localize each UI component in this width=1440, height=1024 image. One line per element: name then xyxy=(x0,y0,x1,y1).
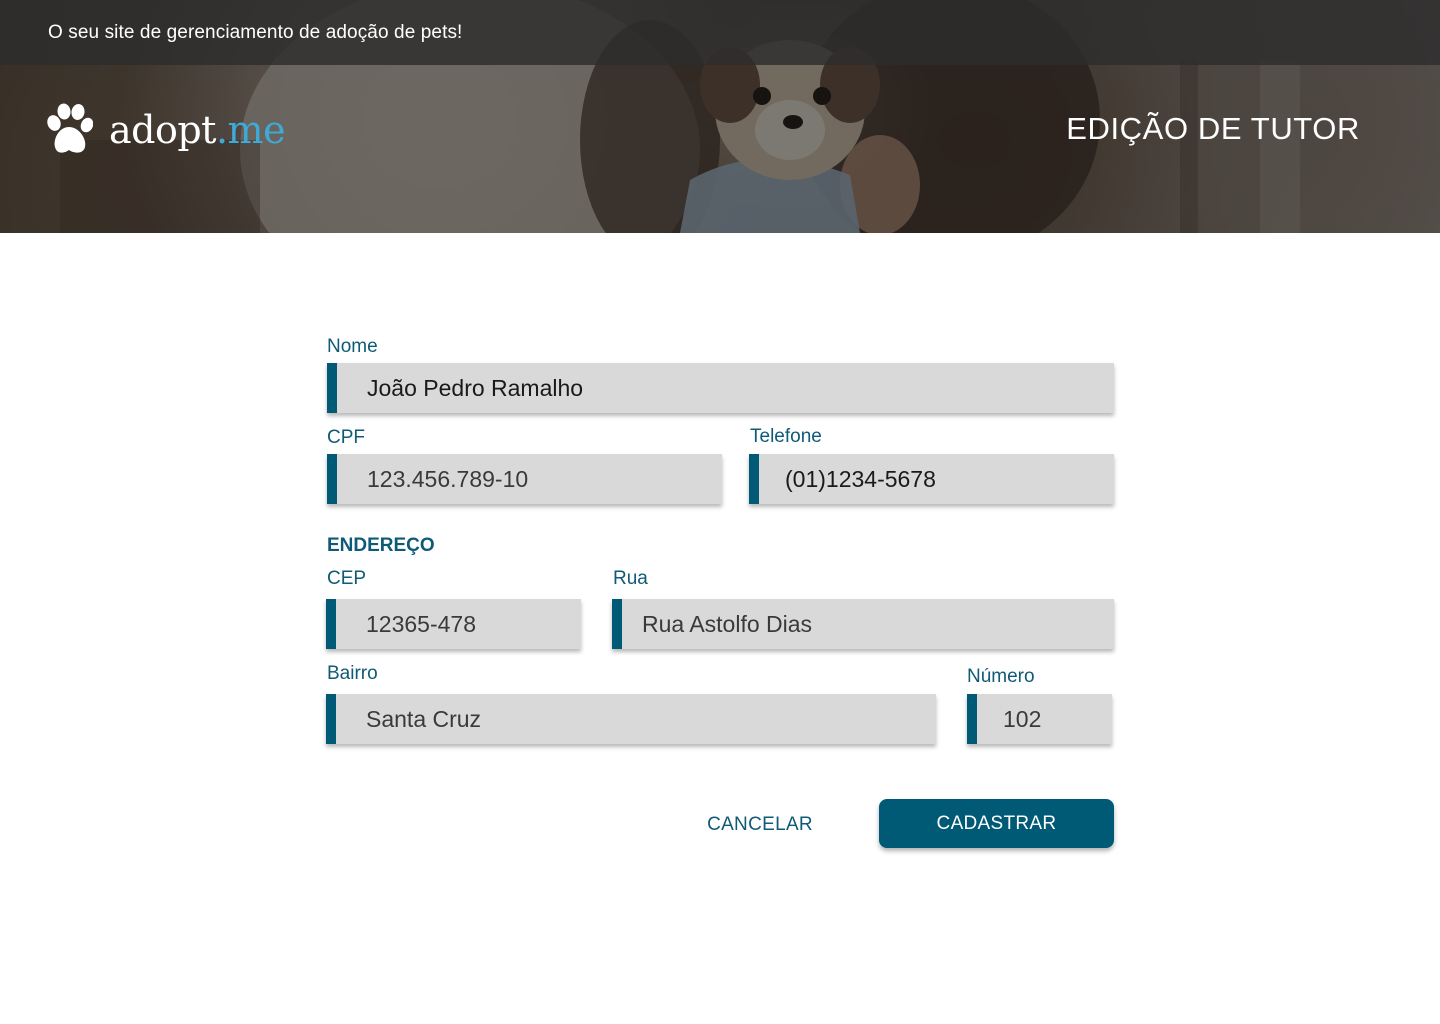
endereco-section-title: ENDEREÇO xyxy=(327,535,435,556)
cpf-value: 123.456.789-10 xyxy=(367,465,529,492)
telefone-field[interactable]: (01)1234-5678 xyxy=(749,454,1114,504)
cep-label: CEP xyxy=(327,568,367,589)
cancel-button[interactable]: CANCELAR xyxy=(690,805,830,845)
top-bar: O seu site de gerenciamento de adoção de… xyxy=(0,0,1440,65)
numero-value: 102 xyxy=(1003,705,1042,732)
nome-value: João Pedro Ramalho xyxy=(367,374,584,401)
telefone-label: Telefone xyxy=(750,426,822,447)
page-title: EDIÇÃO DE TUTOR xyxy=(1066,111,1360,146)
cep-field[interactable]: 12365-478 xyxy=(326,599,581,649)
cpf-label: CPF xyxy=(327,427,365,448)
numero-field[interactable]: 102 xyxy=(967,694,1112,744)
numero-label: Número xyxy=(967,666,1035,687)
cpf-field[interactable]: 123.456.789-10 xyxy=(327,454,722,504)
nome-label: Nome xyxy=(327,336,378,357)
cep-value: 12365-478 xyxy=(366,610,476,637)
bairro-value: Santa Cruz xyxy=(366,705,482,732)
bairro-label: Bairro xyxy=(327,663,378,684)
submit-button[interactable]: CADASTRAR xyxy=(879,799,1114,848)
rua-field[interactable]: Rua Astolfo Dias xyxy=(612,599,1114,649)
logo-text-dot: .me xyxy=(215,108,286,152)
rua-label: Rua xyxy=(613,568,648,589)
rua-value: Rua Astolfo Dias xyxy=(642,610,813,637)
site-tagline: O seu site de gerenciamento de adoção de… xyxy=(48,22,463,43)
logo[interactable]: adopt.me xyxy=(45,103,286,157)
logo-wordmark: adopt.me xyxy=(109,108,286,152)
nome-field[interactable]: João Pedro Ramalho xyxy=(327,363,1114,413)
logo-text: adopt xyxy=(109,108,216,152)
paw-icon xyxy=(47,103,93,153)
telefone-value: (01)1234-5678 xyxy=(785,465,936,492)
bairro-field[interactable]: Santa Cruz xyxy=(326,694,936,744)
